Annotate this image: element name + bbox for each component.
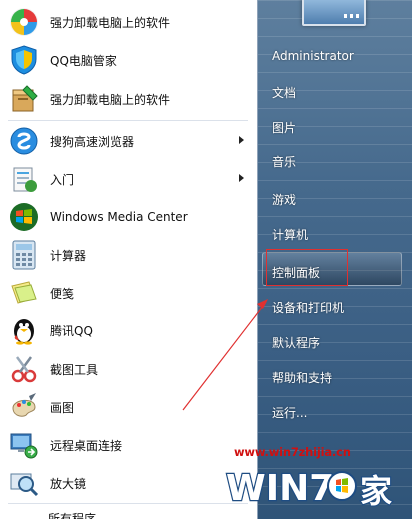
windows-logo-icon: [8, 201, 40, 233]
program-item-uninstall-1[interactable]: 强力卸载电脑上的软件: [6, 4, 252, 40]
program-label: Windows Media Center: [50, 210, 188, 224]
program-label: 强力卸载电脑上的软件: [50, 15, 171, 30]
user-picture-dots: [344, 14, 360, 18]
menu-separator: [8, 120, 248, 121]
program-item-calculator[interactable]: 计算器: [6, 237, 252, 273]
start-menu: 强力卸载电脑上的软件 QQ电脑管家 强力卸载电脑上的软件 搜狗高速浏览器 入门 …: [0, 0, 412, 519]
watermark-url: www.win7zhijia.cn: [234, 445, 351, 459]
program-item-sogou-browser[interactable]: 搜狗高速浏览器: [6, 123, 252, 159]
program-item-getting-started[interactable]: 入门: [6, 161, 252, 197]
program-item-media-center[interactable]: Windows Media Center: [6, 199, 252, 235]
submenu-arrow-icon: [239, 174, 244, 182]
menu-separator: [8, 503, 248, 504]
getting-started-icon: [8, 163, 40, 195]
program-label: 远程桌面连接: [50, 438, 123, 453]
program-item-tencent-qq[interactable]: 腾讯QQ: [6, 312, 252, 348]
program-label: QQ电脑管家: [50, 53, 117, 68]
program-label: 腾讯QQ: [50, 323, 93, 338]
program-label: 搜狗高速浏览器: [50, 134, 135, 149]
program-label: 计算器: [50, 248, 87, 263]
program-label: 入门: [50, 172, 75, 187]
places-item-games[interactable]: 游戏: [272, 191, 296, 208]
user-picture[interactable]: [302, 0, 366, 26]
sogou-browser-icon: [8, 125, 40, 157]
program-label: 放大镜: [50, 476, 87, 491]
sticky-notes-icon: [8, 277, 40, 309]
program-item-remote-desktop[interactable]: 远程桌面连接: [6, 427, 252, 463]
places-item-devices-printers[interactable]: 设备和打印机: [272, 299, 344, 316]
program-item-uninstall-2[interactable]: 强力卸载电脑上的软件: [6, 81, 252, 117]
watermark-logo-suffix: 家: [360, 472, 392, 508]
program-label: 便笺: [50, 286, 75, 301]
watermark-logo: WIN7 家: [225, 467, 393, 508]
uninstall-pinwheel-icon: [8, 6, 40, 38]
magnifier-icon: [8, 467, 40, 499]
places-item-user[interactable]: Administrator: [272, 49, 354, 63]
all-programs-link[interactable]: 所有程序: [48, 510, 96, 519]
programs-pane: 强力卸载电脑上的软件 QQ电脑管家 强力卸载电脑上的软件 搜狗高速浏览器 入门 …: [0, 0, 258, 519]
places-item-help-support[interactable]: 帮助和支持: [272, 369, 332, 386]
program-item-magnifier[interactable]: 放大镜: [6, 465, 252, 501]
uninstall-box-icon: [8, 83, 40, 115]
program-label: 画图: [50, 400, 75, 415]
paint-icon: [8, 391, 40, 423]
program-item-snipping-tool[interactable]: 截图工具: [6, 351, 252, 387]
program-item-sticky-notes[interactable]: 便笺: [6, 275, 252, 311]
places-item-music[interactable]: 音乐: [272, 153, 296, 170]
annotation-highlight-box: [266, 249, 348, 286]
places-item-pictures[interactable]: 图片: [272, 119, 296, 136]
places-item-default-programs[interactable]: 默认程序: [272, 334, 320, 351]
places-item-run[interactable]: 运行...: [272, 404, 307, 421]
calculator-icon: [8, 239, 40, 271]
snipping-tool-icon: [8, 353, 40, 385]
remote-desktop-icon: [8, 429, 40, 461]
qq-penguin-icon: [8, 314, 40, 346]
program-item-paint[interactable]: 画图: [6, 389, 252, 425]
places-item-computer[interactable]: 计算机: [272, 226, 308, 243]
program-label: 截图工具: [50, 362, 99, 377]
watermark-logo-text: WIN7: [226, 468, 334, 508]
submenu-arrow-icon: [239, 136, 244, 144]
program-label: 强力卸载电脑上的软件: [50, 92, 171, 107]
program-item-qq-guard[interactable]: QQ电脑管家: [6, 42, 252, 78]
places-item-documents[interactable]: 文档: [272, 84, 296, 101]
qq-guard-shield-icon: [8, 44, 40, 76]
